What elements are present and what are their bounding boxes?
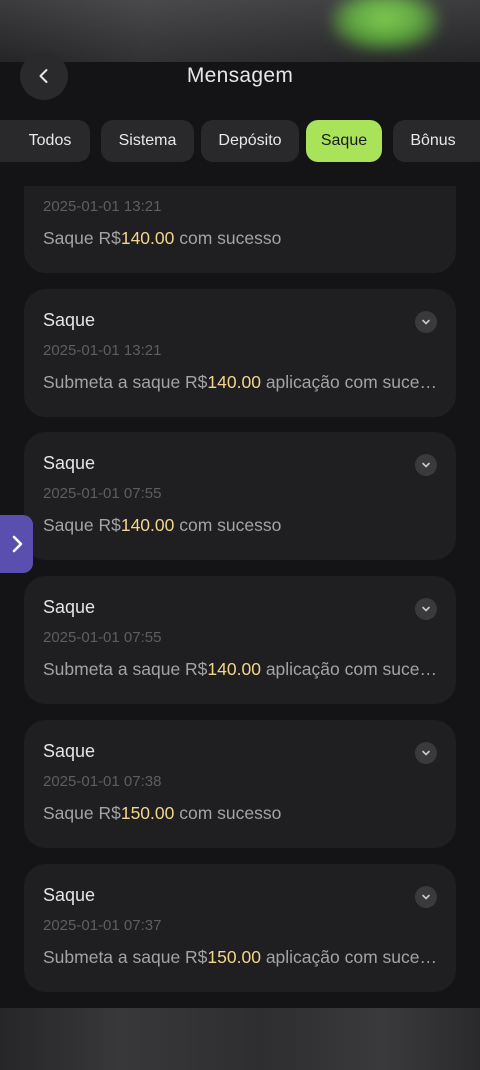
message-card[interactable]: Saque 2025-01-01 13:21 Submeta a saque R… xyxy=(24,289,456,417)
chevron-down-icon xyxy=(420,747,432,759)
message-amount: 140.00 xyxy=(207,659,261,679)
message-body: Submeta a saque R$140.00 aplicação com s… xyxy=(43,372,438,392)
message-date: 2025-01-01 13:21 xyxy=(43,198,162,215)
message-card[interactable]: Saque 2025-01-01 07:37 Submeta a saque R… xyxy=(24,864,456,992)
page-title: Mensagem xyxy=(186,64,294,87)
tab-bonus[interactable]: Bônus xyxy=(393,120,480,162)
expand-button[interactable] xyxy=(415,886,437,908)
message-body: Saque R$140.00 com sucesso xyxy=(43,228,282,248)
chevron-down-icon xyxy=(420,459,432,471)
message-body: Saque R$140.00 com sucesso xyxy=(43,515,282,535)
message-body: Saque R$150.00 com sucesso xyxy=(43,803,282,823)
message-body: Submeta a saque R$150.00 aplicação com s… xyxy=(43,947,438,967)
message-title: Saque xyxy=(43,597,96,617)
message-amount: 150.00 xyxy=(207,947,261,967)
chevron-right-icon xyxy=(8,533,26,555)
message-date: 2025-01-01 07:55 xyxy=(43,629,162,646)
message-date: 2025-01-01 07:55 xyxy=(43,485,162,502)
category-tabs: Todos Sistema Depósito Saque Bônus xyxy=(0,120,480,164)
message-page: Mensagem Todos Sistema Depósito Saque Bô… xyxy=(0,0,480,1070)
chevron-down-icon xyxy=(420,316,432,328)
message-card[interactable]: Saque 2025-01-01 07:38 Saque R$150.00 co… xyxy=(24,720,456,848)
tab-todos[interactable]: Todos xyxy=(0,120,90,162)
message-amount: 150.00 xyxy=(120,803,175,823)
message-amount: 140.00 xyxy=(120,228,175,248)
expand-button[interactable] xyxy=(415,598,437,620)
chevron-down-icon xyxy=(420,603,432,615)
chevron-down-icon xyxy=(420,891,432,903)
message-date: 2025-01-01 07:38 xyxy=(43,773,162,790)
message-title: Saque xyxy=(43,310,96,330)
message-amount: 140.00 xyxy=(120,515,175,535)
tab-saque[interactable]: Saque xyxy=(306,120,382,162)
message-date: 2025-01-01 07:37 xyxy=(43,917,162,934)
header: Mensagem xyxy=(0,50,480,106)
message-title: Saque xyxy=(43,741,96,761)
message-list: 2025-01-01 13:21 Saque R$140.00 com suce… xyxy=(0,186,480,1008)
tab-deposito[interactable]: Depósito xyxy=(201,120,299,162)
background-blur-bottom xyxy=(0,1008,480,1070)
message-card[interactable]: 2025-01-01 13:21 Saque R$140.00 com suce… xyxy=(24,186,456,273)
tab-sistema[interactable]: Sistema xyxy=(101,120,194,162)
expand-button[interactable] xyxy=(415,311,437,333)
message-title: Saque xyxy=(43,453,96,473)
message-card[interactable]: Saque 2025-01-01 07:55 Submeta a saque R… xyxy=(24,576,456,704)
expand-button[interactable] xyxy=(415,454,437,476)
message-title: Saque xyxy=(43,885,96,905)
message-amount: 140.00 xyxy=(207,372,261,392)
message-date: 2025-01-01 13:21 xyxy=(43,342,162,359)
expand-button[interactable] xyxy=(415,742,437,764)
message-body: Submeta a saque R$140.00 aplicação com s… xyxy=(43,659,438,679)
side-drawer-toggle[interactable] xyxy=(0,515,33,573)
message-card[interactable]: Saque 2025-01-01 07:55 Saque R$140.00 co… xyxy=(24,432,456,560)
